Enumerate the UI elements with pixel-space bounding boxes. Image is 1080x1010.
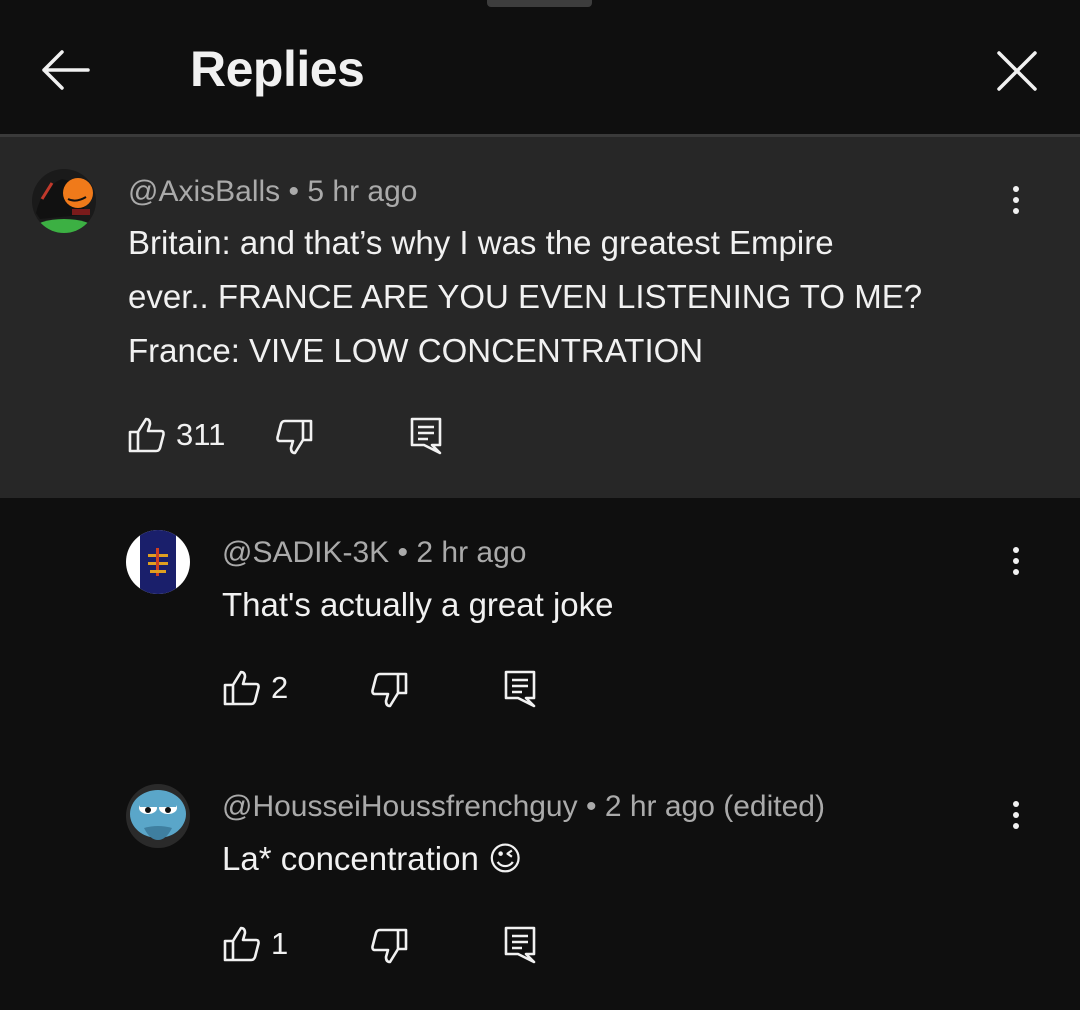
thumb-down-icon [371,928,408,964]
like-count: 2 [271,670,289,705]
reply-button[interactable] [410,417,442,455]
thumb-down-icon [371,672,408,708]
comment-meta: @AxisBalls • 5 hr ago [128,175,417,209]
avatar[interactable] [126,784,190,848]
avatar-image [126,530,190,594]
comment-text: La* concentration 😉 [222,832,522,886]
comment-line: Britain: and that’s why I was the greate… [128,224,834,261]
replies-header: Replies [0,0,1080,134]
comment-text: Britain: and that’s why I was the greate… [128,216,922,378]
like-count: 1 [271,926,289,961]
meta-separator: • [288,175,300,208]
arrow-left-icon [42,50,90,90]
avatar-image [32,169,96,233]
like-button[interactable]: 2 [223,670,288,706]
more-options-button[interactable] [996,536,1036,586]
dislike-button[interactable] [370,672,408,708]
comment-text: That's actually a great joke [222,578,614,632]
avatar[interactable] [32,169,96,233]
reply-button[interactable] [504,670,536,708]
comment-meta: @SADIK-3K • 2 hr ago [222,536,526,570]
thumb-up-icon [223,926,260,962]
meta-separator: • [585,790,597,823]
reply-comment: @SADIK-3K • 2 hr ago That's actually a g… [0,498,1080,752]
more-options-button[interactable] [996,175,1036,225]
close-icon [997,51,1037,91]
parent-comment: @AxisBalls • 5 hr ago Britain: and that’… [0,137,1080,498]
comment-time: 5 hr ago [307,175,418,208]
avatar-image [126,784,190,848]
thumb-up-icon [223,670,260,706]
comment-time: 2 hr ago (edited) [604,790,825,823]
more-vert-icon [1013,547,1019,553]
more-options-button[interactable] [996,790,1036,840]
comment-line: That's actually a great joke [222,586,614,623]
comment-author[interactable]: @AxisBalls [128,175,280,208]
thumb-up-icon [128,417,165,453]
close-button[interactable] [992,46,1042,96]
more-vert-icon [1013,186,1019,192]
comment-time: 2 hr ago [416,536,527,569]
comment-line: ever.. FRANCE ARE YOU EVEN LISTENING TO … [128,278,923,315]
more-vert-icon [1013,801,1019,807]
reply-button[interactable] [504,926,536,964]
like-button[interactable]: 1 [223,926,288,962]
reply-icon [410,417,442,455]
meta-separator: • [397,536,409,569]
like-count: 311 [176,417,226,452]
dislike-button[interactable] [370,928,408,964]
avatar[interactable] [126,530,190,594]
comment-line: La* concentration 😉 [222,840,523,877]
dislike-button[interactable] [275,419,313,455]
comment-author[interactable]: @HousseiHoussfrenchguy [222,790,578,823]
back-button[interactable] [36,42,94,98]
reply-icon [504,926,536,964]
reply-icon [504,670,536,708]
comment-meta: @HousseiHoussfrenchguy • 2 hr ago (edite… [222,790,825,824]
comment-author[interactable]: @SADIK-3K [222,536,389,569]
like-button[interactable]: 311 [128,417,225,453]
drag-handle[interactable] [487,0,592,7]
comment-line: France: VIVE LOW CONCENTRATION [128,332,704,369]
thumb-down-icon [276,419,313,455]
reply-comment: @HousseiHoussfrenchguy • 2 hr ago (edite… [0,752,1080,1010]
page-title: Replies [190,41,365,97]
